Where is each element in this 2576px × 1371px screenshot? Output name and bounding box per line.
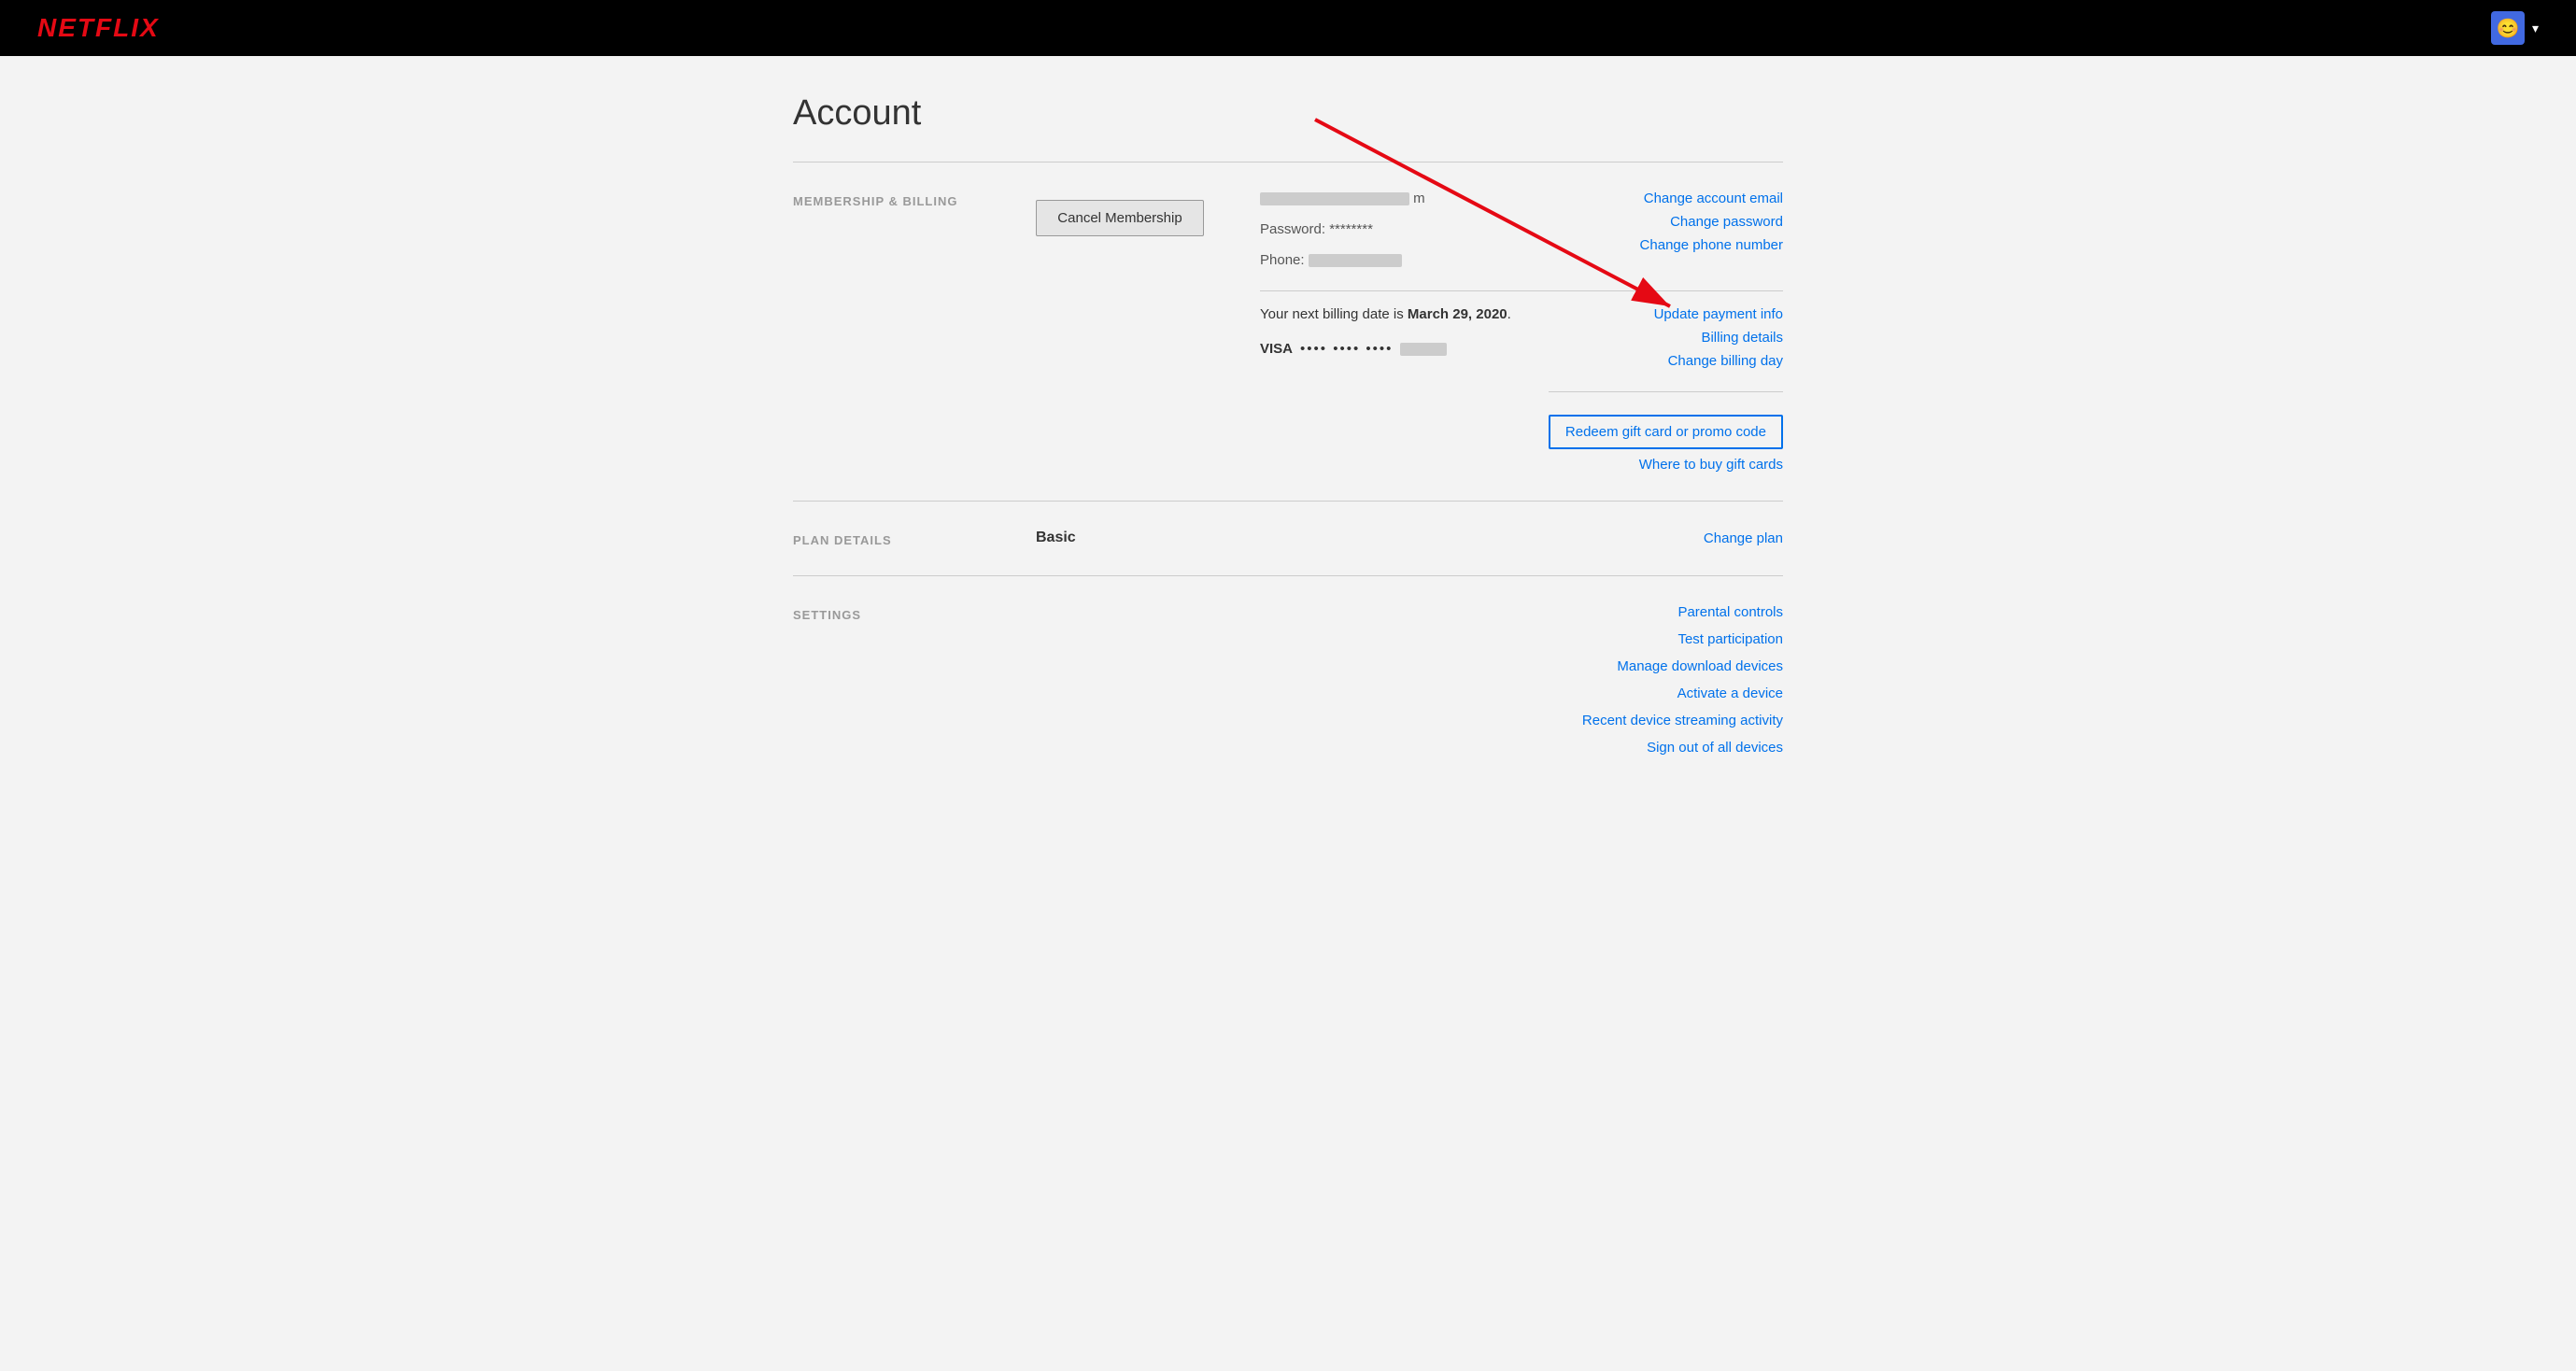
membership-section-label: MEMBERSHIP & BILLING — [793, 191, 998, 473]
change-plan-link[interactable]: Change plan — [1704, 530, 1783, 546]
phone-label: Phone: — [1260, 252, 1305, 268]
plan-row: Basic Change plan — [1036, 530, 1783, 546]
update-payment-link[interactable]: Update payment info — [1654, 306, 1783, 322]
settings-section-label: SETTINGS — [793, 604, 998, 756]
test-participation-link[interactable]: Test participation — [1036, 631, 1783, 647]
manage-download-devices-link[interactable]: Manage download devices — [1036, 658, 1783, 674]
redeem-gift-card-button[interactable]: Redeem gift card or promo code — [1549, 415, 1783, 449]
billing-right: Update payment info Billing details Chan… — [1549, 306, 1783, 473]
billing-date-text: Your next billing date is March 29, 2020… — [1260, 306, 1511, 322]
sign-out-all-devices-link[interactable]: Sign out of all devices — [1036, 740, 1783, 756]
billing-date-after: . — [1507, 306, 1511, 322]
email-blurred — [1260, 192, 1409, 205]
change-billing-day-link[interactable]: Change billing day — [1668, 353, 1783, 369]
account-info-row: m Password: ******** Phone: — [1260, 191, 1783, 291]
plan-section: PLAN DETAILS Basic Change plan — [793, 501, 1783, 575]
header-right: 😊 ▾ — [2491, 11, 2539, 45]
billing-left: Your next billing date is March 29, 2020… — [1260, 306, 1511, 357]
phone-row: Phone: — [1260, 252, 1425, 268]
change-account-email-link[interactable]: Change account email — [1644, 191, 1783, 206]
membership-right-col: m Password: ******** Phone: — [1260, 191, 1783, 473]
where-to-buy-link[interactable]: Where to buy gift cards — [1639, 457, 1783, 473]
membership-section: MEMBERSHIP & BILLING Cancel Membership m — [793, 162, 1783, 501]
billing-details-link[interactable]: Billing details — [1701, 330, 1783, 346]
activate-device-link[interactable]: Activate a device — [1036, 686, 1783, 701]
billing-row: Your next billing date is March 29, 2020… — [1260, 291, 1783, 473]
settings-links-list: Parental controls Test participation Man… — [1036, 604, 1783, 756]
membership-billing-wrapper: Cancel Membership m — [1036, 191, 1783, 473]
main-content: Account MEMBERSHIP & BILLING Cancel Memb… — [774, 56, 1802, 821]
settings-content: Parental controls Test participation Man… — [1036, 604, 1783, 756]
dropdown-arrow-icon[interactable]: ▾ — [2532, 21, 2539, 36]
visa-dots: •••• •••• •••• — [1300, 341, 1393, 357]
header: NETFLIX 😊 ▾ — [0, 0, 2576, 56]
password-value: ******** — [1329, 221, 1373, 237]
plan-name: Basic — [1036, 530, 1076, 546]
membership-left-col: Cancel Membership — [1036, 191, 1204, 473]
visa-last-blurred — [1400, 343, 1447, 356]
settings-section: SETTINGS Parental controls Test particip… — [793, 575, 1783, 784]
parental-controls-link[interactable]: Parental controls — [1036, 604, 1783, 620]
change-phone-link[interactable]: Change phone number — [1640, 237, 1783, 253]
change-password-link[interactable]: Change password — [1670, 214, 1783, 230]
account-info-right: Change account email Change password Cha… — [1640, 191, 1783, 253]
avatar-icon: 😊 — [2497, 17, 2520, 40]
password-label: Password: — [1260, 221, 1325, 237]
plan-section-label: PLAN DETAILS — [793, 530, 998, 547]
billing-divider — [1549, 391, 1783, 392]
account-info-left: m Password: ******** Phone: — [1260, 191, 1425, 276]
visa-row: VISA •••• •••• •••• — [1260, 341, 1511, 357]
billing-date-before: Your next billing date is — [1260, 306, 1408, 322]
password-row: Password: ******** — [1260, 221, 1425, 237]
email-suffix: m — [1413, 191, 1425, 206]
phone-blurred — [1309, 254, 1402, 267]
page-title: Account — [793, 93, 1783, 134]
visa-label: VISA — [1260, 341, 1293, 357]
avatar[interactable]: 😊 — [2491, 11, 2525, 45]
netflix-logo: NETFLIX — [37, 13, 160, 43]
email-row: m — [1260, 191, 1425, 206]
plan-content: Basic Change plan — [1036, 530, 1783, 547]
recent-device-streaming-link[interactable]: Recent device streaming activity — [1036, 713, 1783, 728]
billing-date-bold: March 29, 2020 — [1408, 306, 1507, 322]
cancel-membership-button[interactable]: Cancel Membership — [1036, 200, 1204, 236]
